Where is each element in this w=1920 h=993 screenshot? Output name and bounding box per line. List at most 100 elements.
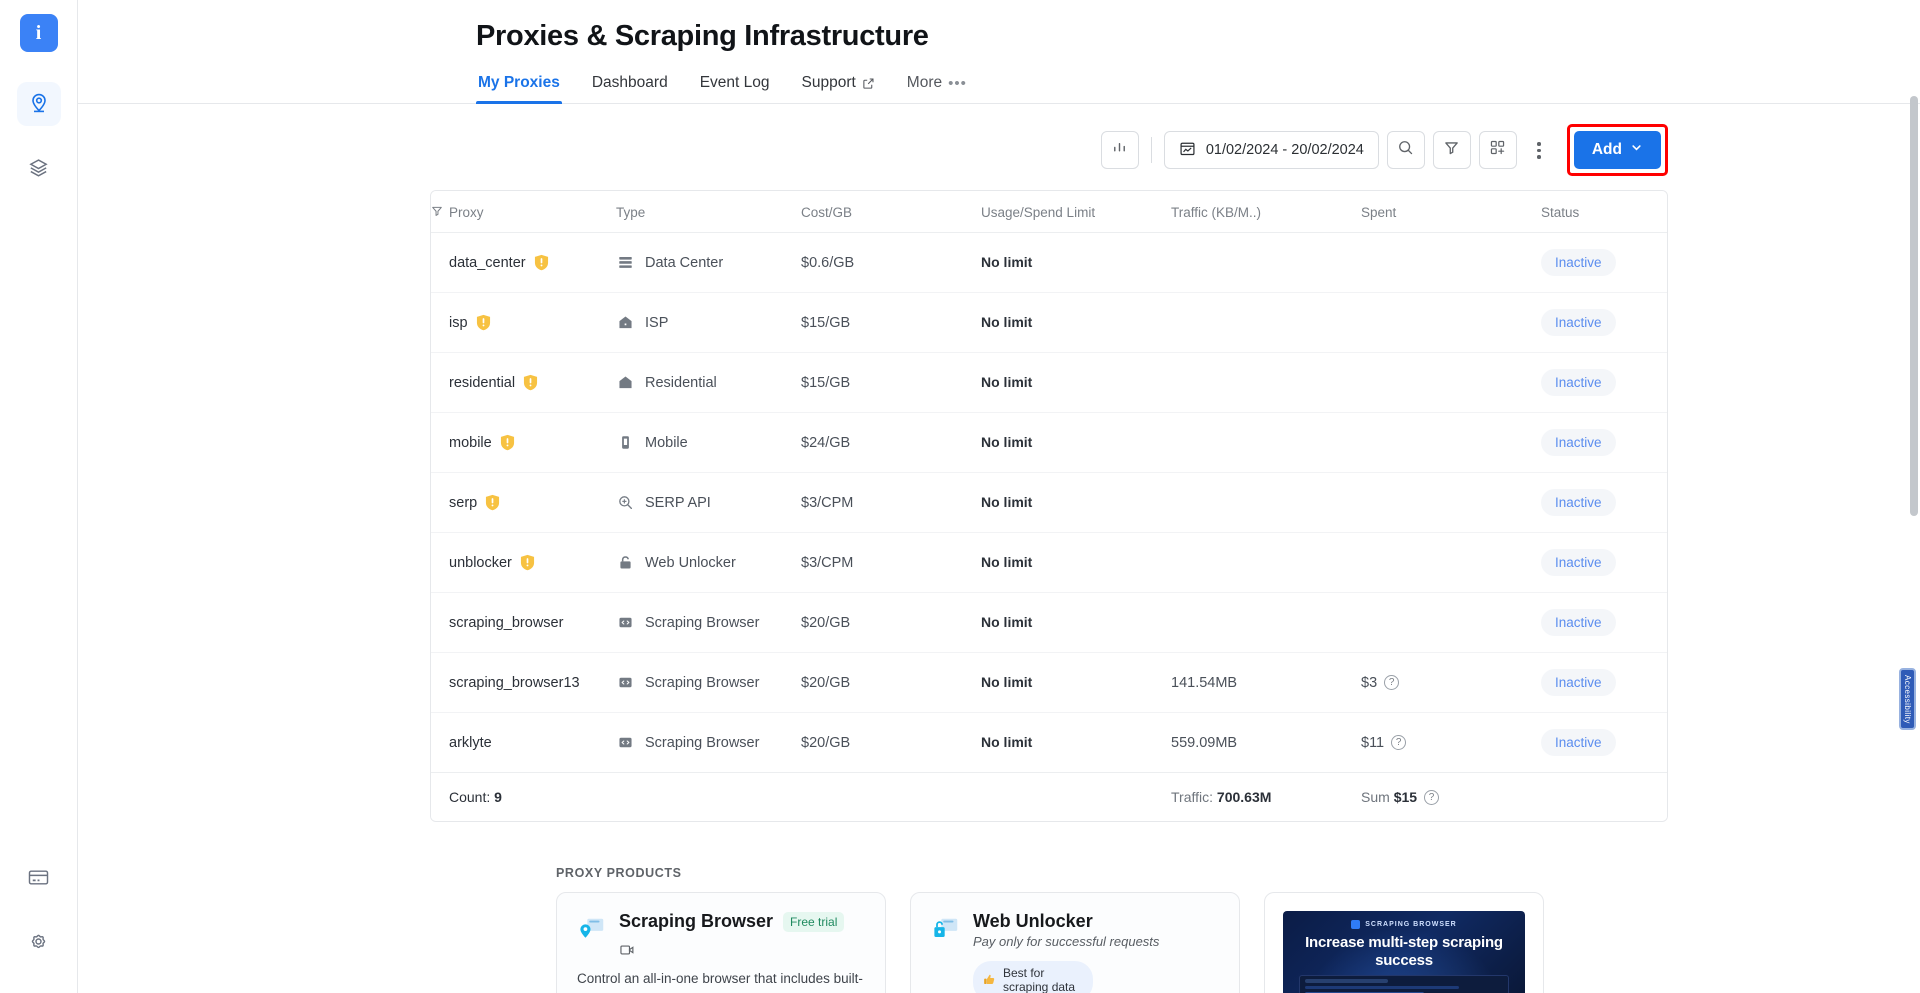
- cell-usage: No limit: [981, 292, 1171, 354]
- product-card-web-unlocker[interactable]: Web Unlocker Pay only for successful req…: [910, 892, 1240, 993]
- cell-type: ISP: [616, 292, 801, 354]
- tab-dashboard-label: Dashboard: [591, 74, 668, 92]
- cell-proxy[interactable]: isp: [431, 292, 616, 354]
- table-row[interactable]: scraping_browser Scraping Browser $20/GB No…: [431, 592, 1667, 654]
- tab-event-log[interactable]: Event Log: [698, 68, 772, 103]
- status-badge: Inactive: [1541, 429, 1616, 457]
- date-range-picker[interactable]: 01/02/2024 - 20/02/2024: [1163, 131, 1379, 170]
- cell-proxy[interactable]: scraping_browser: [431, 592, 616, 654]
- column-header-proxy[interactable]: Proxy: [431, 191, 616, 234]
- cell-proxy[interactable]: mobile: [431, 412, 616, 474]
- brand-logo-label: i: [35, 21, 42, 44]
- column-header-traffic[interactable]: Traffic (KB/M..): [1171, 191, 1361, 234]
- video-icon[interactable]: [619, 942, 635, 958]
- columns-button[interactable]: [1478, 131, 1517, 170]
- credit-card-icon: [27, 866, 50, 889]
- sidebar-item-proxies[interactable]: [16, 82, 61, 126]
- search-button[interactable]: [1386, 131, 1425, 170]
- tab-support[interactable]: Support: [800, 68, 877, 103]
- column-header-cost[interactable]: Cost/GB: [801, 191, 981, 234]
- external-link-icon: [862, 77, 875, 90]
- promo-card-scraping-browser-api[interactable]: SCRAPING BROWSER Increase multi-step scr…: [1264, 892, 1544, 993]
- cell-spent: [1361, 472, 1541, 534]
- filter-button[interactable]: [1432, 131, 1471, 170]
- column-header-spent[interactable]: Spent: [1361, 191, 1541, 234]
- status-badge: Inactive: [1541, 729, 1616, 757]
- column-header-usage[interactable]: Usage/Spend Limit: [981, 191, 1171, 234]
- cell-proxy[interactable]: residential: [431, 352, 616, 414]
- help-icon[interactable]: ?: [1424, 789, 1440, 805]
- table-row[interactable]: scraping_browser13 Scraping Browser $20/GB…: [431, 652, 1667, 714]
- tab-more[interactable]: More •••: [905, 68, 969, 103]
- warning-shield-icon[interactable]: [476, 314, 491, 331]
- cell-spent: $11?: [1361, 713, 1541, 773]
- usage-limit-value: No limit: [981, 254, 1033, 271]
- left-nav-rail: i: [0, 0, 78, 993]
- warning-shield-icon[interactable]: [520, 554, 535, 571]
- cell-traffic: 141.54MB: [1171, 652, 1361, 714]
- cell-proxy[interactable]: data_center: [431, 232, 616, 294]
- sidebar-item-billing[interactable]: [17, 855, 61, 899]
- table-header-row: Proxy Type Cost/GB Usage/Spend Limit Tra…: [431, 191, 1667, 234]
- table-row[interactable]: arklyte Scraping Browser $20/GB No limit 559…: [431, 713, 1667, 773]
- tab-event-log-label: Event Log: [699, 74, 770, 92]
- table-header: Proxy Type Cost/GB Usage/Spend Limit Tra…: [431, 191, 1667, 234]
- table-row[interactable]: isp ISP $15/GB No limit Inactive: [431, 292, 1667, 354]
- table-footer-row: Count: 9 Traffic: 700.63M Sum $15 ?: [431, 772, 1667, 822]
- status-badge: Inactive: [1541, 309, 1616, 337]
- cell-usage: No limit: [981, 472, 1171, 534]
- warning-shield-icon[interactable]: [523, 374, 538, 391]
- table-row[interactable]: serp SERP API $3/CPM No limit Inactive: [431, 472, 1667, 534]
- cell-proxy[interactable]: scraping_browser13: [431, 652, 616, 714]
- sidebar-item-settings[interactable]: [17, 919, 61, 963]
- table-row[interactable]: mobile Mobile $24/GB No limit Inactive: [431, 412, 1667, 474]
- product-cards: Scraping Browser Free trial Control an a…: [556, 892, 1668, 993]
- type-label: Data Center: [645, 254, 724, 271]
- tab-dashboard[interactable]: Dashboard: [590, 68, 670, 103]
- warning-shield-icon[interactable]: [534, 254, 549, 271]
- tab-support-label: Support: [801, 74, 856, 92]
- tab-my-proxies[interactable]: My Proxies: [476, 68, 562, 105]
- footer-cost-cell: [801, 772, 981, 822]
- table-row[interactable]: unblocker Web Unlocker $3/CPM No limit Inact…: [431, 532, 1667, 594]
- bar-chart-icon: [1111, 139, 1128, 161]
- gear-icon: [27, 930, 50, 953]
- column-header-type[interactable]: Type: [616, 191, 801, 234]
- cell-proxy[interactable]: serp: [431, 472, 616, 534]
- column-header-proxy-label: Proxy: [449, 205, 484, 221]
- products-section-label: PROXY PRODUCTS: [556, 866, 682, 881]
- type-label: SERP API: [645, 494, 711, 511]
- sidebar-item-datasets[interactable]: [17, 146, 61, 190]
- table-row[interactable]: data_center Data Center $0.6/GB No limit Ina…: [431, 232, 1667, 294]
- cell-proxy[interactable]: arklyte: [431, 713, 616, 773]
- proxy-name: arklyte: [449, 734, 492, 751]
- accessibility-tab[interactable]: Accessibility: [1899, 668, 1916, 730]
- proxy-name: unblocker: [449, 554, 512, 571]
- cell-proxy[interactable]: unblocker: [431, 532, 616, 594]
- warning-shield-icon[interactable]: [485, 494, 500, 511]
- usage-limit-value: No limit: [981, 614, 1033, 631]
- proxy-products-section: PROXY PRODUCTS Scraping Browser Free tri…: [556, 866, 1668, 993]
- footer-sum-value: $15: [1393, 789, 1418, 806]
- add-button[interactable]: Add: [1573, 131, 1661, 170]
- usage-limit-value: No limit: [981, 434, 1033, 451]
- cell-type: Scraping Browser: [616, 652, 801, 714]
- more-options-button[interactable]: [1525, 131, 1553, 169]
- promo-code-snippet: [1299, 975, 1509, 993]
- brand-logo[interactable]: i: [19, 14, 58, 52]
- help-icon[interactable]: ?: [1384, 675, 1400, 691]
- product-card-scraping-browser[interactable]: Scraping Browser Free trial Control an a…: [556, 892, 886, 993]
- table-row[interactable]: residential Residential $15/GB No limit Inac…: [431, 352, 1667, 414]
- cell-type: Web Unlocker: [616, 532, 801, 594]
- chart-view-button[interactable]: [1100, 131, 1139, 170]
- help-icon[interactable]: ?: [1391, 735, 1407, 751]
- cell-cost: $0.6/GB: [801, 232, 981, 294]
- cell-spent: [1361, 292, 1541, 354]
- thumbs-up-icon: [982, 972, 997, 991]
- vertical-scrollbar[interactable]: [1910, 96, 1918, 516]
- warning-shield-icon[interactable]: [500, 434, 515, 451]
- cell-cost: $3/CPM: [801, 532, 981, 594]
- column-header-status[interactable]: Status: [1541, 191, 1667, 234]
- cell-usage: No limit: [981, 232, 1171, 294]
- cell-type: Data Center: [616, 232, 801, 294]
